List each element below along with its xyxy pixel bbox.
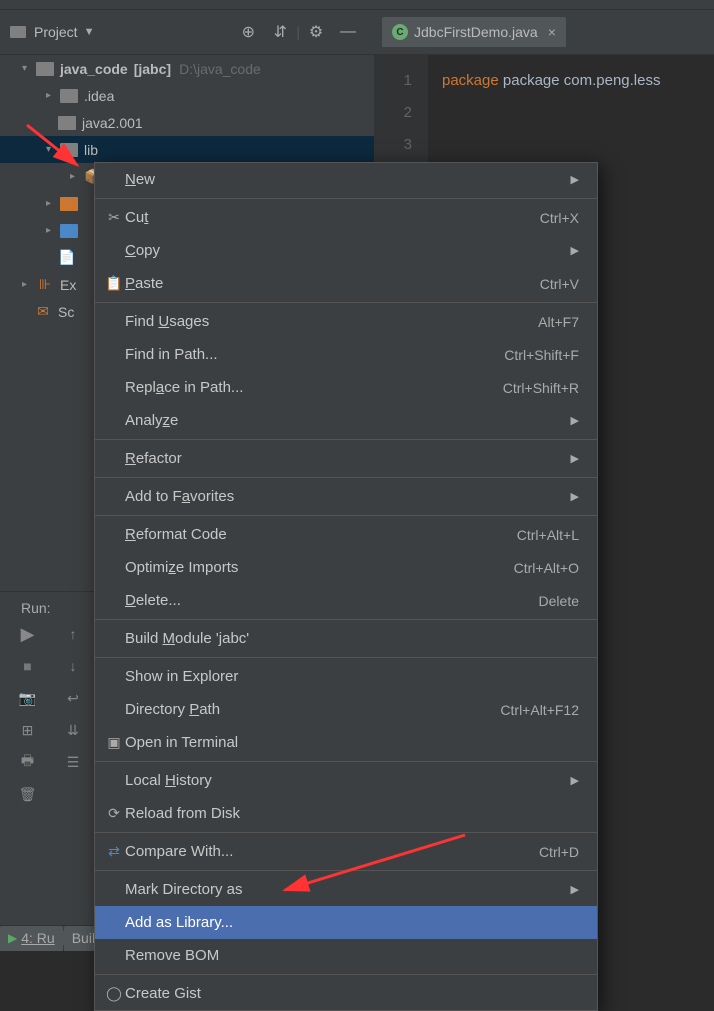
menu-new[interactable]: New▶ <box>95 163 597 196</box>
chevron-right-icon[interactable]: ▸ <box>46 225 60 236</box>
expand-icon[interactable]: ⇵ <box>271 23 289 41</box>
menu-dir-path[interactable]: Directory PathCtrl+Alt+F12 <box>95 693 597 726</box>
menu-local-history[interactable]: Local History▶ <box>95 764 597 797</box>
tree-item-idea[interactable]: ▸ .idea <box>0 82 374 109</box>
print-icon[interactable]: 🖶 <box>18 752 38 772</box>
editor-tab[interactable]: C JdbcFirstDemo.java × <box>382 17 566 47</box>
menu-favorites[interactable]: Add to Favorites▶ <box>95 480 597 513</box>
project-icon <box>10 26 26 38</box>
down-icon[interactable]: ↓ <box>63 656 83 676</box>
hide-icon[interactable]: — <box>339 23 357 41</box>
menu-replace-in-path[interactable]: Replace in Path...Ctrl+Shift+R <box>95 371 597 404</box>
folder-icon <box>60 89 78 103</box>
folder-icon <box>58 116 76 130</box>
menu-cut[interactable]: ✂CutCtrl+X <box>95 201 597 234</box>
chevron-right-icon[interactable]: ▸ <box>46 198 60 209</box>
target-icon[interactable]: ⊕ <box>239 23 257 41</box>
menu-optimize[interactable]: Optimize ImportsCtrl+Alt+O <box>95 551 597 584</box>
menu-find-usages[interactable]: Find UsagesAlt+F7 <box>95 305 597 338</box>
context-menu: New▶ ✂CutCtrl+X Copy▶ 📋PasteCtrl+V Find … <box>94 162 598 1011</box>
run-tab[interactable]: ▶ 4: Ru <box>0 926 63 951</box>
menu-paste[interactable]: 📋PasteCtrl+V <box>95 267 597 300</box>
paste-icon: 📋 <box>103 275 125 292</box>
layout-icon[interactable]: ⊞ <box>18 720 38 740</box>
menu-compare[interactable]: ⇄Compare With...Ctrl+D <box>95 835 597 868</box>
menu-analyze[interactable]: Analyze▶ <box>95 404 597 437</box>
cut-icon: ✂ <box>103 209 125 226</box>
tree-item-java2[interactable]: java2.001 <box>0 109 374 136</box>
folder-icon <box>36 62 54 76</box>
menu-reformat[interactable]: Reformat CodeCtrl+Alt+L <box>95 518 597 551</box>
editor-tabbar: C JdbcFirstDemo.java × <box>374 10 714 55</box>
java-class-icon: C <box>392 24 408 40</box>
scroll-icon[interactable]: ⇊ <box>63 720 83 740</box>
divider: | <box>296 24 300 40</box>
menu-mark-directory[interactable]: Mark Directory as▶ <box>95 873 597 906</box>
chevron-down-icon[interactable]: ▾ <box>22 63 36 74</box>
chevron-right-icon[interactable]: ▸ <box>46 90 60 101</box>
menu-delete[interactable]: Delete...Delete <box>95 584 597 617</box>
menu-build-module[interactable]: Build Module 'jabc' <box>95 622 597 655</box>
filter-icon[interactable]: ☰ <box>63 752 83 772</box>
menu-create-gist[interactable]: ◯Create Gist <box>95 977 597 1010</box>
tree-item-lib[interactable]: ▾ lib <box>0 136 374 163</box>
compare-icon: ⇄ <box>103 843 125 860</box>
github-icon: ◯ <box>103 985 125 1002</box>
close-icon[interactable]: × <box>548 24 556 40</box>
stop-icon[interactable]: ■ <box>18 656 38 676</box>
menu-copy[interactable]: Copy▶ <box>95 234 597 267</box>
trash-icon[interactable]: 🗑 <box>18 784 38 804</box>
folder-icon <box>60 143 78 157</box>
menu-open-terminal[interactable]: ▣Open in Terminal <box>95 726 597 759</box>
terminal-icon: ▣ <box>103 734 125 751</box>
dropdown-icon: ▼ <box>84 26 95 38</box>
menu-refactor[interactable]: Refactor▶ <box>95 442 597 475</box>
scratch-icon: ✉ <box>34 304 52 320</box>
chevron-right-icon[interactable]: ▸ <box>22 279 36 290</box>
run-icon[interactable]: ▶ <box>18 624 38 644</box>
menu-find-in-path[interactable]: Find in Path...Ctrl+Shift+F <box>95 338 597 371</box>
menu-remove-bom[interactable]: Remove BOM <box>95 939 597 972</box>
wrap-icon[interactable]: ↩ <box>63 688 83 708</box>
project-view-selector[interactable]: Project ▼ <box>10 24 94 40</box>
folder-icon <box>60 224 78 238</box>
lib-icon: ⊪ <box>36 277 54 293</box>
file-icon: 📄 <box>58 250 76 266</box>
tree-root[interactable]: ▾ java_code [jabc] D:\java_code <box>0 55 374 82</box>
breadcrumb-bar <box>0 0 714 10</box>
run-icon: ▶ <box>8 931 17 945</box>
chevron-right-icon[interactable]: ▸ <box>70 171 84 182</box>
menu-show-explorer[interactable]: Show in Explorer <box>95 660 597 693</box>
folder-icon <box>60 197 78 211</box>
project-panel-header: Project ▼ ⊕ ⇵ | ⚙ — <box>0 10 374 55</box>
tab-label: JdbcFirstDemo.java <box>414 24 538 40</box>
menu-reload[interactable]: ⟳Reload from Disk <box>95 797 597 830</box>
reload-icon: ⟳ <box>103 805 125 822</box>
menu-add-library[interactable]: Add as Library... <box>95 906 597 939</box>
chevron-down-icon[interactable]: ▾ <box>46 144 60 155</box>
project-title: Project <box>34 24 78 40</box>
camera-icon[interactable]: 📷 <box>18 688 38 708</box>
gear-icon[interactable]: ⚙ <box>307 23 325 41</box>
up-icon[interactable]: ↑ <box>63 624 83 644</box>
